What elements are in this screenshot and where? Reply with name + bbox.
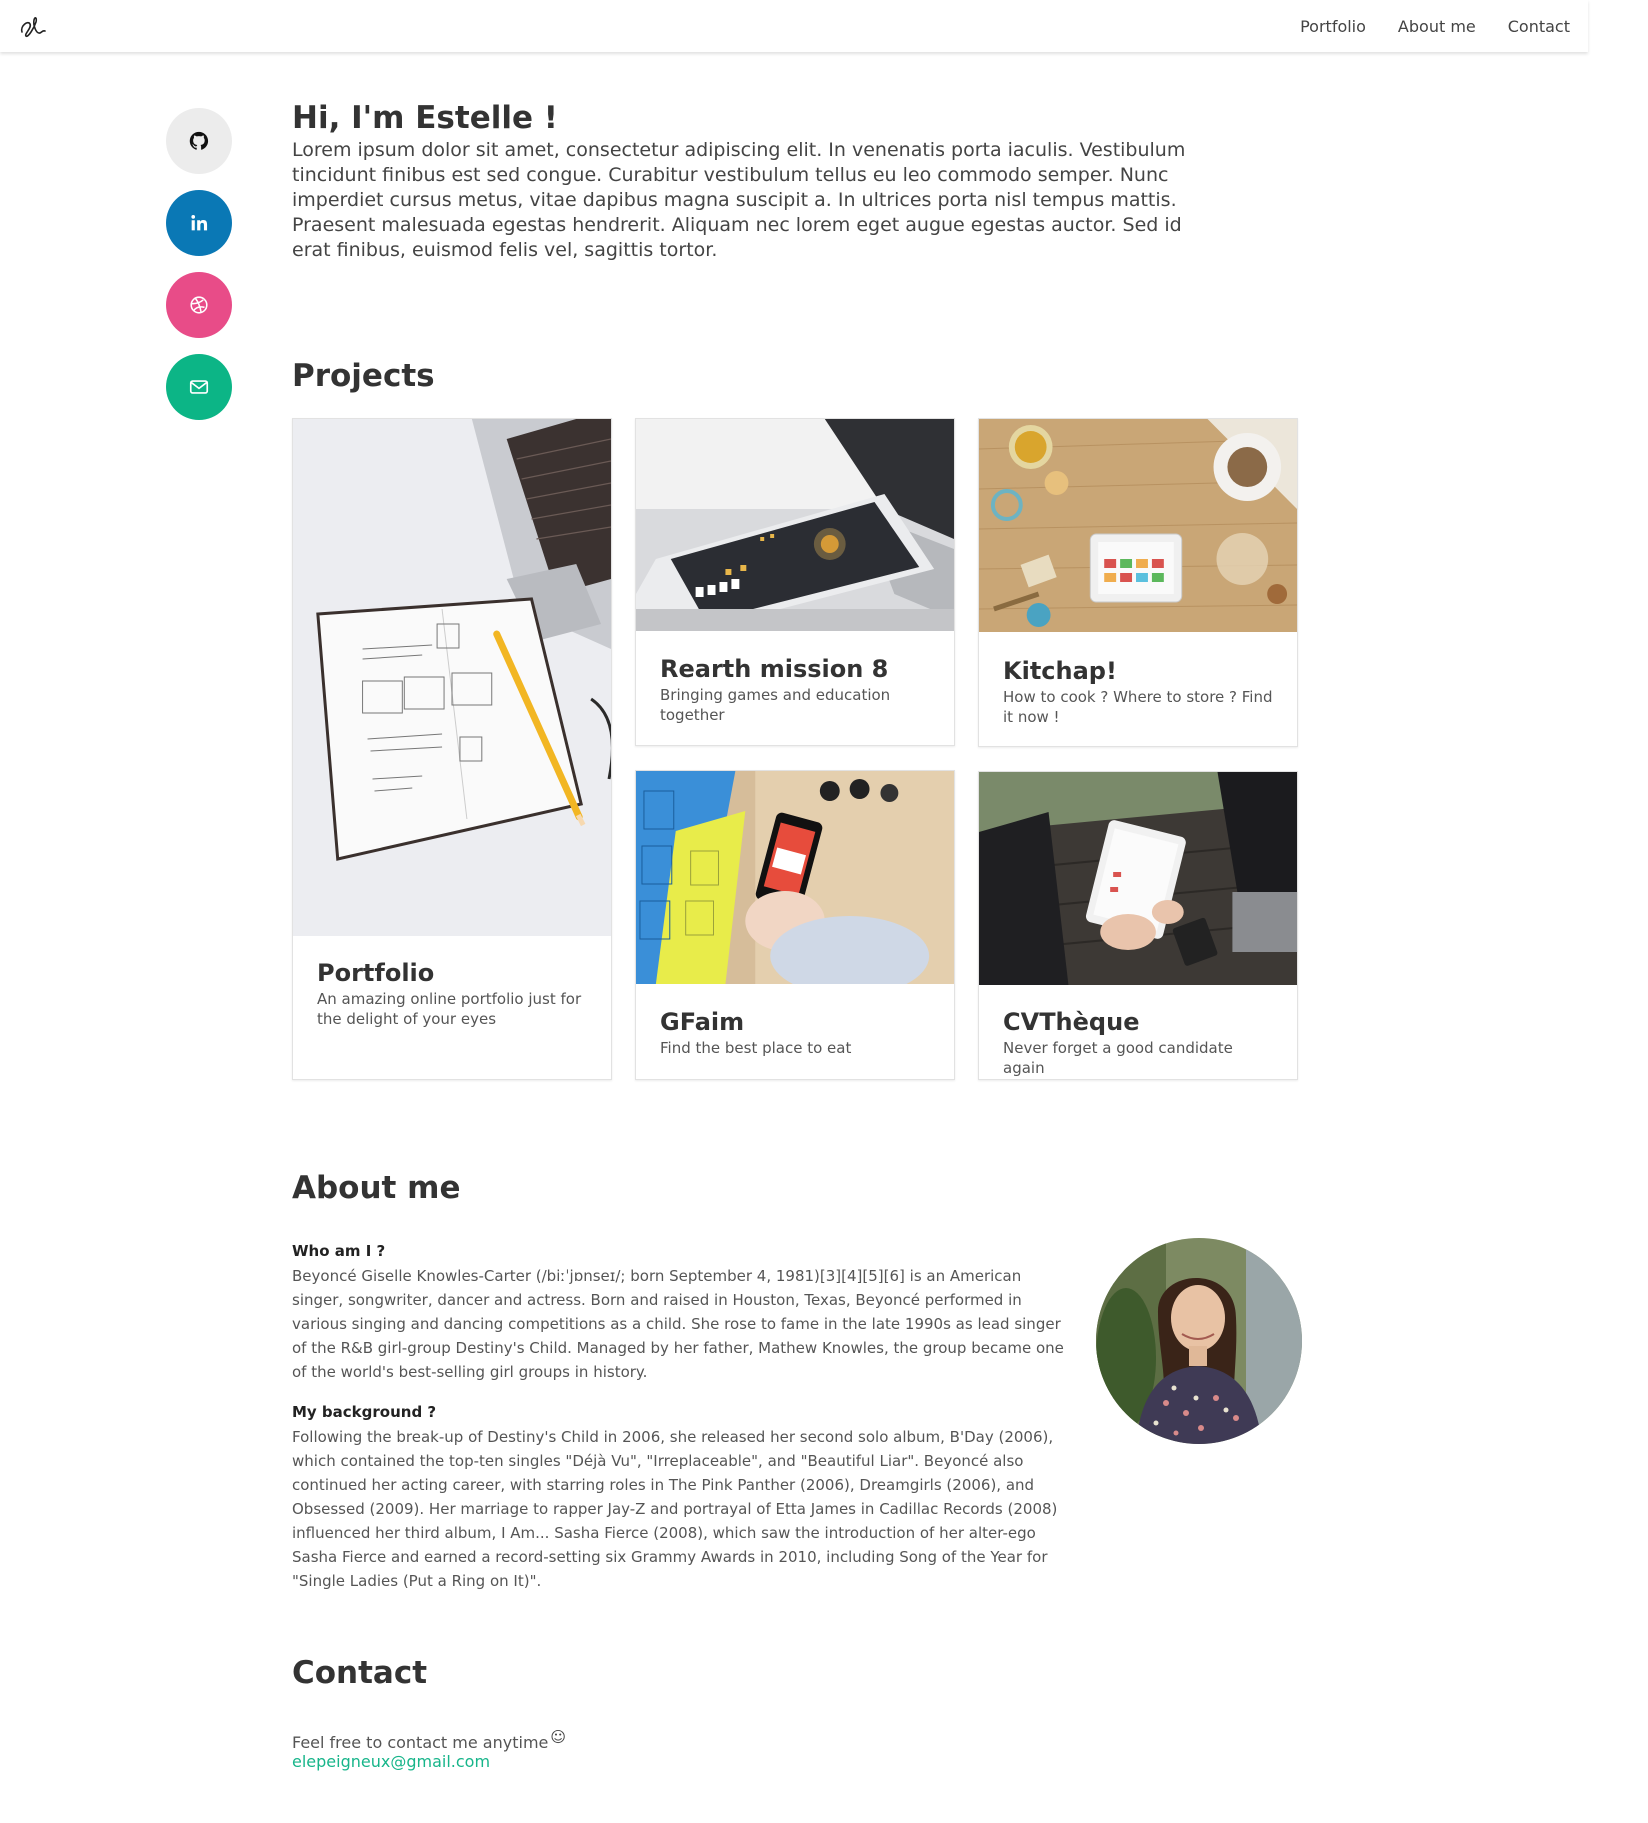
nav-link-portfolio[interactable]: Portfolio: [1300, 17, 1366, 36]
hero-title: Hi, I'm Estelle !: [292, 100, 558, 136]
who-am-i-text: Beyoncé Giselle Knowles-Carter (/biːˈjɒn…: [292, 1267, 1064, 1381]
project-card-rearth-mission-8[interactable]: Rearth mission 8 Bringing games and educ…: [635, 418, 955, 746]
project-image-rearth: [636, 419, 954, 631]
project-card-portfolio[interactable]: Portfolio An amazing online portfolio ju…: [292, 418, 612, 1080]
top-navbar: Portfolio About me Contact: [0, 0, 1588, 52]
nav-link-about-me[interactable]: About me: [1398, 17, 1476, 36]
project-title: CVThèque: [1003, 1008, 1140, 1036]
project-description: Bringing games and education together: [660, 686, 891, 724]
project-title: Portfolio: [317, 959, 435, 987]
project-description: How to cook ? Where to store ? Find it n…: [1003, 688, 1273, 726]
avatar: [1096, 1238, 1302, 1444]
nav-link-contact[interactable]: Contact: [1508, 17, 1570, 36]
linkedin-button[interactable]: [166, 190, 232, 256]
envelope-icon: [189, 380, 209, 394]
project-image-portfolio: [293, 419, 611, 936]
contact-email-link[interactable]: elepeigneux@gmail.com: [292, 1752, 490, 1771]
background-text: Following the break-up of Destiny's Chil…: [292, 1428, 1058, 1590]
contact-section-title: Contact: [292, 1655, 428, 1691]
github-button[interactable]: [166, 108, 232, 174]
dribbble-button[interactable]: [166, 272, 232, 338]
who-am-i-heading: Who am I ?: [292, 1242, 386, 1260]
project-card-gfaim[interactable]: GFaim Find the best place to eat: [635, 770, 955, 1080]
project-card-cvtheque[interactable]: CVThèque Never forget a good candidate a…: [978, 771, 1298, 1080]
project-title: Kitchap!: [1003, 657, 1117, 685]
projects-section-title: Projects: [292, 358, 435, 394]
project-image-gfaim: [636, 771, 954, 984]
about-section-title: About me: [292, 1170, 461, 1206]
project-title: Rearth mission 8: [660, 655, 889, 683]
smiley-icon: ☺: [550, 1728, 567, 1746]
hero-text: Lorem ipsum dolor sit amet, consectetur …: [292, 139, 1186, 261]
dribbble-icon: [190, 296, 208, 314]
project-image-cvtheque: [979, 772, 1297, 985]
project-description: Never forget a good candidate again: [1003, 1039, 1233, 1077]
nav-links: Portfolio About me Contact: [1300, 0, 1570, 52]
project-description: Find the best place to eat: [660, 1039, 852, 1057]
project-card-kitchap[interactable]: Kitchap! How to cook ? Where to store ? …: [978, 418, 1298, 747]
background-heading: My background ?: [292, 1403, 437, 1421]
contact-text: Feel free to contact me anytime: [292, 1733, 549, 1752]
project-image-kitchap: [979, 419, 1297, 632]
linkedin-icon: [191, 215, 208, 231]
signature-logo-icon[interactable]: [18, 12, 48, 40]
email-button[interactable]: [166, 354, 232, 420]
project-description: An amazing online portfolio just for the…: [317, 990, 582, 1028]
project-title: GFaim: [660, 1008, 745, 1036]
github-icon: [189, 131, 209, 150]
contact-text-line: Feel free to contact me anytime ☺: [292, 1728, 566, 1752]
